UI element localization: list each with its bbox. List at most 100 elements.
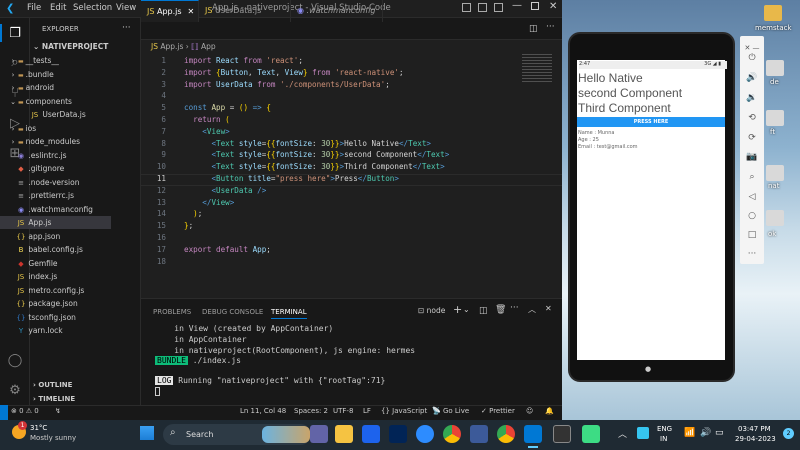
- weather-temp[interactable]: 31°C: [30, 424, 47, 432]
- split-terminal-icon[interactable]: ◫: [479, 306, 488, 316]
- timeline-section[interactable]: › TIMELINE: [33, 395, 75, 403]
- layout-sidebar-icon[interactable]: [462, 3, 471, 12]
- nav-home-icon[interactable]: ●: [645, 365, 651, 373]
- powershell-icon[interactable]: [389, 425, 407, 443]
- file-tree-item[interactable]: ◉ .watchmanconfig: [0, 203, 111, 216]
- volume-down-icon[interactable]: 🔉: [744, 91, 760, 105]
- code-line[interactable]: 12 <UserData />: [141, 185, 562, 197]
- code-line[interactable]: 4: [141, 90, 562, 102]
- file-tree-item[interactable]: JS metro.config.js: [0, 284, 111, 297]
- camera-icon[interactable]: 📷: [744, 150, 760, 164]
- code-line[interactable]: 13 </View>: [141, 197, 562, 209]
- press-here-button[interactable]: PRESS HERE: [577, 117, 725, 127]
- wifi-icon[interactable]: 📶: [684, 428, 695, 438]
- file-tree-item[interactable]: JS App.js: [0, 216, 111, 229]
- code-line[interactable]: 5 const App = () => {: [141, 102, 562, 114]
- android-emulator-icon[interactable]: [582, 425, 600, 443]
- file-explorer-icon[interactable]: [335, 425, 353, 443]
- breadcrumb-file[interactable]: App.js: [160, 42, 183, 51]
- code-line[interactable]: 17 export default App;: [141, 244, 562, 256]
- file-tree-item[interactable]: ≡ .prettierrc.js: [0, 189, 111, 202]
- split-editor-icon[interactable]: ◫: [529, 24, 538, 34]
- clock-date[interactable]: 29-04-2023: [735, 435, 776, 443]
- file-icon[interactable]: [766, 60, 784, 76]
- panel-more-icon[interactable]: ···: [510, 303, 519, 313]
- file-tree-item[interactable]: JS index.js: [0, 270, 111, 283]
- tab-terminal[interactable]: TERMINAL: [271, 308, 307, 319]
- zoom-icon[interactable]: [416, 425, 434, 443]
- problems-count[interactable]: ⊗ 0 ⚠ 0: [11, 407, 39, 415]
- code-line[interactable]: 15};: [141, 220, 562, 232]
- overview-icon[interactable]: □: [744, 228, 760, 242]
- prettier-status[interactable]: ✓ Prettier: [481, 407, 515, 415]
- project-root[interactable]: ⌄ NATIVEPROJECT: [33, 42, 108, 51]
- menu-file[interactable]: File: [27, 3, 41, 13]
- breadcrumb[interactable]: JS App.js › ⟦⟧ App: [151, 42, 216, 51]
- tab-app-js[interactable]: JS App.js ✕: [141, 0, 199, 22]
- volume-up-icon[interactable]: 🔊: [744, 71, 760, 85]
- power-icon[interactable]: ⏻: [744, 51, 760, 65]
- code-line[interactable]: 10 <Text style={{fontSize: 30}}>Third Co…: [141, 161, 562, 173]
- feedback-icon[interactable]: ☺: [526, 407, 533, 415]
- code-line[interactable]: 3 import UserData from './components/User…: [141, 79, 562, 91]
- file-tree-item[interactable]: › ▬ node_modules: [0, 135, 111, 148]
- tab-problems[interactable]: PROBLEMS: [153, 308, 191, 316]
- battery-icon[interactable]: ▭: [715, 428, 724, 438]
- outline-section[interactable]: › OUTLINE: [33, 381, 72, 389]
- file-tree-item[interactable]: ◆ .gitignore: [0, 162, 111, 175]
- file-tree-item[interactable]: › ▬ __tests__: [0, 54, 111, 67]
- bell-icon[interactable]: 🔔: [545, 407, 554, 415]
- file-tree-item[interactable]: › ▬ android: [0, 81, 111, 94]
- clock-time[interactable]: 03:47 PM: [738, 425, 771, 433]
- language-mode[interactable]: {} JavaScript: [381, 407, 427, 415]
- chevron-up-icon[interactable]: ︿: [618, 427, 627, 440]
- maximize-panel-icon[interactable]: ︿: [528, 304, 536, 315]
- code-line[interactable]: 2 import {Button, Text, View} from 'react…: [141, 67, 562, 79]
- remote-indicator-icon[interactable]: [0, 405, 8, 420]
- home-icon[interactable]: ○: [744, 209, 760, 223]
- file-tree-item[interactable]: {} app.json: [0, 230, 111, 243]
- tab-watchmanconfig[interactable]: ◉ .watchmanconfig: [291, 0, 383, 22]
- trash-icon[interactable]: 🗑: [495, 305, 506, 315]
- close-tab-icon[interactable]: ✕: [188, 7, 195, 16]
- encoding[interactable]: UTF-8: [333, 407, 353, 415]
- file-icon[interactable]: [766, 210, 784, 226]
- eol[interactable]: LF: [363, 407, 371, 415]
- rotate-right-icon[interactable]: ⟳: [744, 131, 760, 145]
- explorer-icon[interactable]: ❐: [7, 26, 23, 42]
- menu-edit[interactable]: Edit: [50, 3, 66, 13]
- emulator-more-icon[interactable]: ···: [744, 247, 760, 261]
- code-line[interactable]: 8 <Text style={{fontSize: 30}}>Hello Nat…: [141, 138, 562, 150]
- more-actions-icon[interactable]: ···: [122, 23, 131, 33]
- back-icon[interactable]: ◁: [744, 190, 760, 204]
- volume-icon[interactable]: 🔊: [700, 428, 711, 438]
- new-terminal-icon[interactable]: +: [453, 303, 462, 316]
- file-tree-item[interactable]: JS UserData.js: [0, 108, 111, 121]
- code-line[interactable]: 14 );: [141, 208, 562, 220]
- code-line[interactable]: 9 <Text style={{fontSize: 30}}>second Co…: [141, 149, 562, 161]
- teams-icon[interactable]: [310, 425, 328, 443]
- settings-gear-icon[interactable]: ⚙: [7, 383, 23, 399]
- code-line[interactable]: 16: [141, 232, 562, 244]
- live-share-icon[interactable]: ↯: [55, 407, 61, 415]
- close-panel-icon[interactable]: ✕: [545, 304, 552, 313]
- terminal-shell[interactable]: ⊡ node: [418, 306, 445, 315]
- chrome-icon[interactable]: [497, 425, 515, 443]
- code-line[interactable]: 1 import React from 'react';: [141, 55, 562, 67]
- chevron-down-icon[interactable]: ⌄: [463, 305, 470, 314]
- close-icon[interactable]: ✕: [549, 1, 557, 12]
- menu-view[interactable]: View: [116, 3, 136, 13]
- layout-secondary-icon[interactable]: [494, 3, 503, 12]
- file-tree-item[interactable]: ≡ .node-version: [0, 176, 111, 189]
- zoom-icon[interactable]: ⌕: [744, 170, 760, 184]
- file-tree-item[interactable]: › ▬ ios: [0, 122, 111, 135]
- tray-app-icon[interactable]: [637, 427, 649, 439]
- go-live-button[interactable]: 📡 Go Live: [432, 407, 469, 415]
- file-tree-item[interactable]: Y yarn.lock: [0, 324, 111, 337]
- cursor-position[interactable]: Ln 11, Col 48: [240, 407, 286, 415]
- folder-icon[interactable]: [764, 5, 782, 21]
- maximize-icon[interactable]: [531, 2, 539, 10]
- rotate-left-icon[interactable]: ⟲: [744, 111, 760, 125]
- file-tree-item[interactable]: {} package.json: [0, 297, 111, 310]
- code-line[interactable]: 7 <View>: [141, 126, 562, 138]
